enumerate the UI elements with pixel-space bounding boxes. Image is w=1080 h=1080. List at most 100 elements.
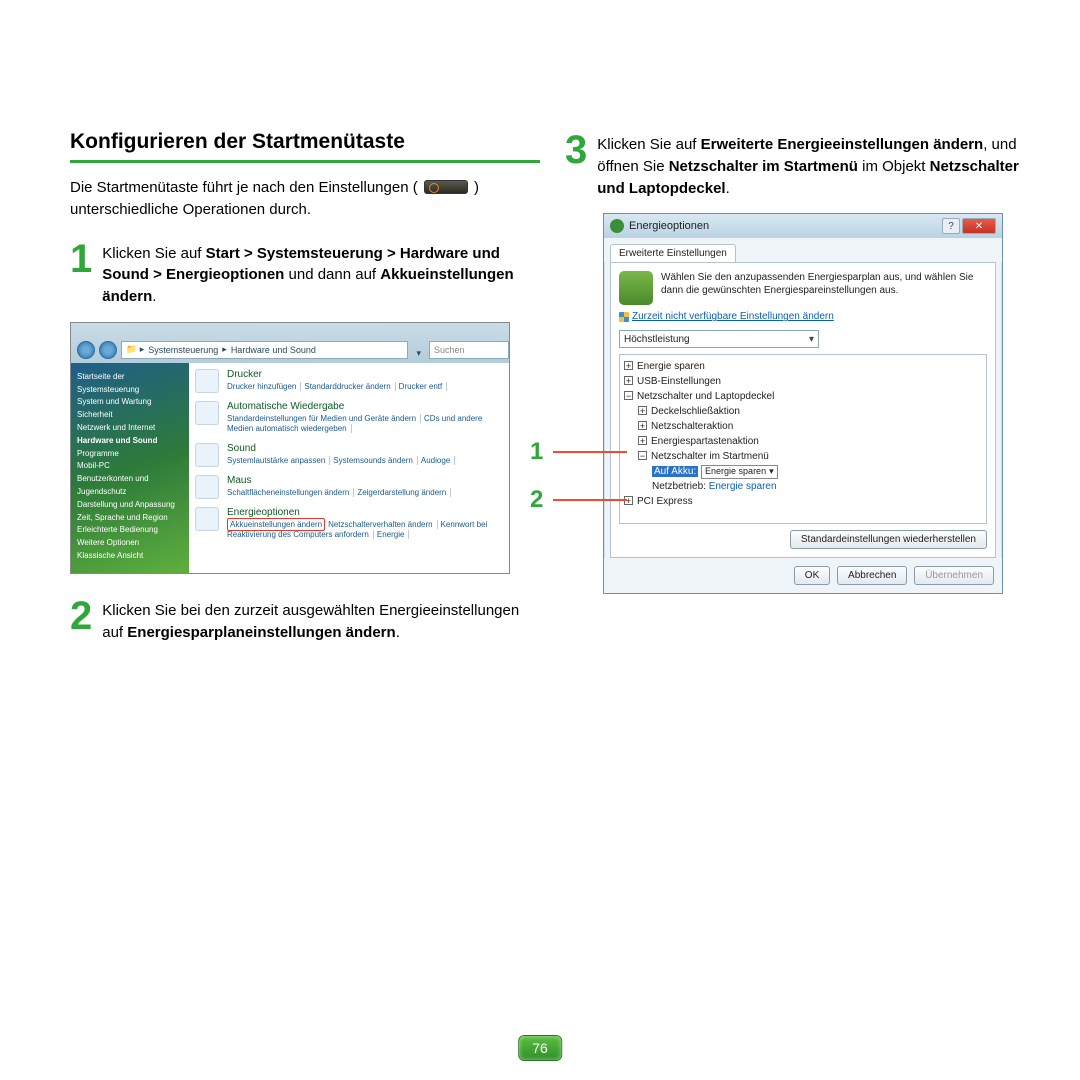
- category-link[interactable]: Audioge: [421, 456, 455, 465]
- search-input[interactable]: Suchen: [429, 341, 509, 359]
- category-title[interactable]: Energieoptionen: [227, 507, 503, 518]
- category-title[interactable]: Sound: [227, 443, 458, 454]
- step-1: 1 Klicken Sie auf Start > Systemsteuerun…: [70, 239, 540, 308]
- intro-before: Die Startmenütaste führt je nach den Ein…: [70, 179, 418, 196]
- category-icon: [195, 443, 219, 467]
- collapse-icon[interactable]: −: [638, 451, 647, 460]
- sidebar-item[interactable]: Mobil-PC: [77, 460, 183, 473]
- shield-link-text: Zurzeit nicht verfügbare Einstellungen ä…: [632, 311, 834, 322]
- tab-advanced-settings[interactable]: Erweiterte Einstellungen: [610, 244, 736, 262]
- highlighted-link[interactable]: Akkueinstellungen ändern: [227, 518, 325, 531]
- dialog-description: Wählen Sie den anzupassenden Energiespar…: [661, 271, 987, 305]
- forward-button[interactable]: [99, 341, 117, 359]
- collapse-icon[interactable]: −: [624, 391, 633, 400]
- tree-item[interactable]: Deckelschließaktion: [651, 406, 740, 417]
- category-link[interactable]: Systemsounds ändern: [333, 456, 418, 465]
- page-number: 76: [519, 1036, 561, 1060]
- breadcrumb[interactable]: 📁 ▸ Systemsteuerung ▸ Hardware und Sound: [121, 341, 408, 359]
- step-1-text: Klicken Sie auf Start > Systemsteuerung …: [102, 239, 540, 308]
- battery-icon: [619, 271, 653, 305]
- apply-button[interactable]: Übernehmen: [914, 566, 994, 585]
- ok-button[interactable]: OK: [794, 566, 830, 585]
- sidebar-item[interactable]: Darstellung und Anpassung: [77, 499, 183, 512]
- category-title[interactable]: Automatische Wiedergabe: [227, 401, 503, 412]
- step-2: 2 Klicken Sie bei den zurzeit ausgewählt…: [70, 596, 540, 644]
- intro-text: Die Startmenütaste führt je nach den Ein…: [70, 177, 540, 221]
- sidebar-item[interactable]: Hardware und Sound: [77, 435, 183, 448]
- selected-label: Auf Akku:: [652, 466, 698, 477]
- window-icon: [610, 219, 624, 233]
- tree-item[interactable]: Energiespartastenaktion: [651, 436, 759, 447]
- uac-shield-link[interactable]: Zurzeit nicht verfügbare Einstellungen ä…: [619, 311, 987, 322]
- category-icon: [195, 507, 219, 531]
- category-link[interactable]: Netzschalterverhalten ändern: [328, 520, 438, 529]
- step-3-post: .: [726, 180, 730, 197]
- plugged-in-value[interactable]: Energie sparen: [709, 481, 777, 492]
- tree-item[interactable]: Energie sparen: [637, 361, 705, 372]
- control-panel-sidebar: Startseite der SystemsteuerungSystem und…: [71, 363, 189, 573]
- step-3-pre: Klicken Sie auf: [597, 136, 700, 153]
- breadcrumb-2[interactable]: Hardware und Sound: [231, 345, 316, 355]
- chevron-down-icon: ▾: [809, 334, 814, 345]
- category-links: Systemlautstärke anpassenSystemsounds än…: [227, 456, 458, 466]
- callout-labels: 1 2: [530, 438, 627, 534]
- category-title[interactable]: Maus: [227, 475, 454, 486]
- category-link[interactable]: Systemlautstärke anpassen: [227, 456, 330, 465]
- tree-item[interactable]: PCI Express: [637, 496, 693, 507]
- category-link[interactable]: Drucker entf: [399, 382, 448, 391]
- category-title[interactable]: Drucker: [227, 369, 450, 380]
- category-link[interactable]: Standarddrucker ändern: [304, 382, 395, 391]
- callout-line-icon: [553, 499, 627, 501]
- sidebar-item[interactable]: Netzwerk und Internet: [77, 422, 183, 435]
- close-button[interactable]: ✕: [962, 218, 996, 234]
- category-link[interactable]: Standardeinstellungen für Medien und Ger…: [227, 414, 421, 423]
- step-1-number: 1: [70, 241, 92, 277]
- tree-item[interactable]: Netzschalter im Startmenü: [651, 451, 769, 462]
- category-link[interactable]: Zeigerdarstellung ändern: [357, 488, 451, 497]
- sidebar-item[interactable]: Zeit, Sprache und Region: [77, 512, 183, 525]
- sidebar-item[interactable]: Programme: [77, 448, 183, 461]
- step-1-pre: Klicken Sie auf: [102, 245, 205, 262]
- sidebar-item[interactable]: Sicherheit: [77, 409, 183, 422]
- step-1-post: .: [152, 288, 156, 305]
- step-1-mid: und dann auf: [284, 266, 380, 283]
- step-3-bold1: Erweiterte Energieeinstellungen ändern: [701, 136, 984, 153]
- help-button[interactable]: ?: [942, 218, 960, 234]
- breadcrumb-1[interactable]: Systemsteuerung: [148, 345, 218, 355]
- category-link[interactable]: Drucker hinzufügen: [227, 382, 301, 391]
- sidebar-item[interactable]: Startseite der Systemsteuerung: [77, 371, 183, 397]
- expand-icon[interactable]: +: [638, 406, 647, 415]
- back-button[interactable]: [77, 341, 95, 359]
- expand-icon[interactable]: +: [624, 361, 633, 370]
- category-row: Automatische Wiedergabe Standardeinstellu…: [195, 401, 503, 435]
- sidebar-item[interactable]: Benutzerkonten und Jugendschutz: [77, 473, 183, 499]
- page-title: Konfigurieren der Startmenütaste: [70, 130, 540, 163]
- dialog-titlebar: Energieoptionen ? ✕: [604, 214, 1002, 238]
- cancel-button[interactable]: Abbrechen: [837, 566, 907, 585]
- category-icon: [195, 401, 219, 425]
- category-row: Drucker Drucker hinzufügenStandarddrucker…: [195, 369, 503, 393]
- expand-icon[interactable]: +: [624, 376, 633, 385]
- sidebar-item[interactable]: Erleichterte Bedienung: [77, 524, 183, 537]
- expand-icon[interactable]: +: [638, 436, 647, 445]
- tree-item[interactable]: Netzschalteraktion: [651, 421, 733, 432]
- callout-2: 2: [530, 486, 543, 514]
- category-links: Standardeinstellungen für Medien und Ger…: [227, 414, 503, 435]
- sidebar-item[interactable]: Klassische Ansicht: [77, 550, 183, 563]
- sidebar-item[interactable]: System und Wartung: [77, 396, 183, 409]
- tree-item[interactable]: USB-Einstellungen: [637, 376, 721, 387]
- step-2-post: .: [396, 624, 400, 641]
- step-3-number: 3: [565, 132, 587, 168]
- on-battery-combo[interactable]: Energie sparen▾: [701, 465, 778, 479]
- sidebar-item[interactable]: Weitere Optionen: [77, 537, 183, 550]
- expand-icon[interactable]: +: [638, 421, 647, 430]
- plan-combo[interactable]: Höchstleistung ▾: [619, 330, 819, 348]
- category-link[interactable]: Schaltflächeneinstellungen ändern: [227, 488, 354, 497]
- tree-item[interactable]: Netzschalter und Laptopdeckel: [637, 391, 774, 402]
- category-link[interactable]: Energie: [377, 530, 410, 539]
- plugged-in-label: Netzbetrieb:: [652, 481, 706, 492]
- restore-defaults-button[interactable]: Standardeinstellungen wiederherstellen: [790, 530, 987, 549]
- settings-tree[interactable]: +Energie sparen +USB-Einstellungen −Netz…: [619, 354, 987, 524]
- control-panel-content: Drucker Drucker hinzufügenStandarddrucker…: [189, 363, 509, 573]
- chevron-down-icon: ▾: [769, 465, 774, 479]
